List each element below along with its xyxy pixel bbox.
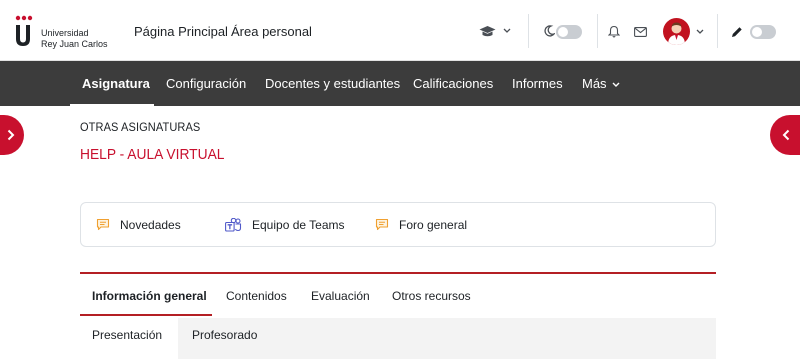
section-tabs-border (80, 272, 716, 274)
envelope-icon[interactable] (634, 27, 647, 37)
user-avatar[interactable] (663, 18, 690, 45)
urjc-crest-icon (15, 15, 33, 46)
active-tab-indicator (70, 104, 154, 106)
activity-label: Novedades (120, 217, 181, 232)
dark-mode-toggle[interactable] (556, 25, 582, 39)
brand-line-1: Universidad (41, 28, 89, 38)
avatar-person-icon (668, 22, 685, 45)
tab-informes[interactable]: Informes (512, 76, 563, 91)
top-navbar: Universidad Rey Juan Carlos Página Princ… (0, 0, 800, 61)
course-category[interactable]: OTRAS ASIGNATURAS (80, 120, 200, 134)
chevron-right-icon (7, 129, 15, 141)
teams-icon (225, 217, 242, 232)
forum-icon (96, 218, 110, 231)
chevron-down-icon (612, 82, 620, 87)
chevron-down-icon[interactable] (696, 29, 704, 35)
active-section-tab-indicator (80, 314, 212, 316)
nav-home-link[interactable]: Página Principal (134, 24, 228, 39)
urjc-logo[interactable]: Universidad Rey Juan Carlos (13, 15, 108, 51)
tab-calificaciones[interactable]: Calificaciones (413, 76, 493, 91)
subtab-profesorado[interactable]: Profesorado (192, 328, 257, 342)
activity-equipo-de-teams[interactable]: Equipo de Teams (225, 203, 345, 246)
activity-novedades[interactable]: Novedades (96, 203, 181, 246)
brand-name: Universidad Rey Juan Carlos (41, 28, 108, 50)
activity-label: Equipo de Teams (252, 217, 345, 232)
tab-evaluacion[interactable]: Evaluación (311, 289, 370, 303)
activity-foro-general[interactable]: Foro general (375, 203, 467, 246)
chevron-left-icon (782, 129, 790, 141)
tab-configuracion[interactable]: Configuración (166, 76, 246, 91)
bell-icon[interactable] (608, 25, 620, 38)
tab-otros-recursos[interactable]: Otros recursos (392, 289, 471, 303)
open-course-index-button[interactable] (0, 115, 24, 155)
forum-icon (375, 218, 389, 231)
tab-contenidos[interactable]: Contenidos (226, 289, 287, 303)
open-block-drawer-button[interactable] (770, 115, 800, 155)
moon-icon (544, 25, 555, 37)
pencil-icon (732, 27, 742, 37)
tab-mas[interactable]: Más (582, 76, 620, 91)
divider (597, 14, 598, 48)
edit-mode-toggle[interactable] (750, 25, 776, 39)
activity-label: Foro general (399, 217, 468, 232)
activity-links-card: Novedades Equipo de Teams Foro general (80, 202, 716, 247)
page-title: HELP - AULA VIRTUAL (80, 146, 225, 163)
graduation-cap-icon[interactable] (479, 25, 496, 38)
tab-asignatura[interactable]: Asignatura (82, 76, 150, 91)
divider (717, 14, 718, 48)
brand-line-2: Rey Juan Carlos (41, 39, 108, 49)
subtab-presentacion[interactable]: Presentación (92, 328, 162, 342)
chevron-down-icon[interactable] (503, 28, 511, 34)
divider (528, 14, 529, 48)
nav-personal-link[interactable]: Área personal (231, 24, 312, 39)
tab-informacion-general[interactable]: Información general (92, 289, 207, 303)
tab-docentes-y-estudiantes[interactable]: Docentes y estudiantes (265, 76, 400, 91)
tab-mas-label: Más (582, 76, 607, 91)
course-secondary-nav: Asignatura Configuración Docentes y estu… (0, 61, 800, 106)
